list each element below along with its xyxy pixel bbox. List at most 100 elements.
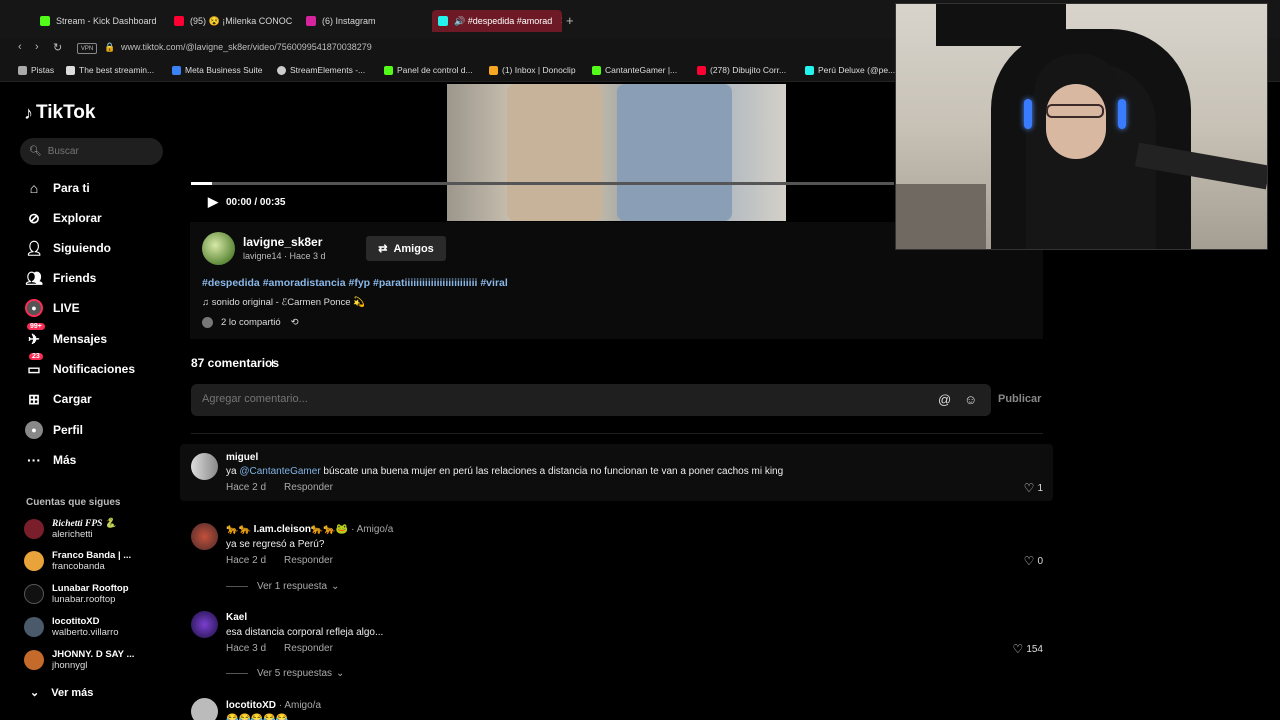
like-button[interactable]: ♡ 0 xyxy=(1024,554,1043,568)
bookmark-item[interactable]: Meta Business Suite xyxy=(172,65,262,75)
tiktok-icon xyxy=(438,16,448,26)
following-account[interactable]: Franco Banda | ... francobanda xyxy=(24,550,131,572)
tab-kick[interactable]: Stream - Kick Dashboard xyxy=(40,10,165,32)
video-player[interactable]: ▶ 00:00 / 00:35 xyxy=(190,84,895,222)
lock-icon: 🔒 xyxy=(104,42,116,52)
nav-explorar[interactable]: ⊘ Explorar xyxy=(25,207,102,229)
comment-meta: Hace 2 d Responder xyxy=(226,555,333,566)
repost-icon: ⟲ xyxy=(290,317,299,328)
following-header: Cuentas que sigues xyxy=(26,497,121,508)
publish-button[interactable]: Publicar xyxy=(998,393,1041,405)
forward-icon[interactable]: › xyxy=(35,41,39,53)
avatar[interactable] xyxy=(191,698,218,720)
sidebar: ♪ TikTok 🔍︎ ⌂Para ti ⊘Explorar 👤︎Siguien… xyxy=(0,84,180,720)
nav-mas[interactable]: ··· Más xyxy=(25,449,76,471)
nav-notificaciones[interactable]: ▭ 23 Notificaciones xyxy=(25,353,135,380)
bookmark-item[interactable]: Perú Deluxe (@pe... xyxy=(805,65,895,75)
vpn-badge[interactable]: VPN xyxy=(77,43,97,54)
comment-text: esa distancia corporal refleja algo... xyxy=(226,627,384,638)
comment-meta: Hace 3 d Responder xyxy=(226,643,333,654)
mention-icon[interactable]: @ xyxy=(938,392,951,407)
comment-text: 😂😂😂😂😂 xyxy=(226,714,289,720)
shared-by[interactable]: 2 lo compartió ⟲ xyxy=(202,317,299,328)
view-replies-button[interactable]: Ver 1 respuesta ⌄ xyxy=(226,581,339,592)
comment-user[interactable]: 🐆🐆 I.am.cleison🐆🐆🐸 · Amigo/a xyxy=(226,524,393,535)
avatar[interactable] xyxy=(191,611,218,638)
instagram-icon xyxy=(306,16,316,26)
search-input[interactable] xyxy=(47,146,148,157)
post-hashtags[interactable]: #despedida #amoradistancia #fyp #paratii… xyxy=(202,277,508,289)
friends-icon: 👥︎ xyxy=(25,269,43,286)
messages-badge: 99+ xyxy=(27,323,45,330)
nav-para-ti[interactable]: ⌂ Para ti xyxy=(25,177,90,199)
following-account[interactable]: JHONNY. D SAY ... jhonnygl xyxy=(24,649,134,671)
heart-icon: ♡ xyxy=(1023,481,1035,495)
nav-siguiendo[interactable]: 👤︎ Siguiendo xyxy=(25,237,111,259)
author-meta: lavigne14 · Hace 3 d xyxy=(243,251,326,261)
author-name[interactable]: lavigne_sk8er xyxy=(243,235,322,249)
see-more-button[interactable]: ⌄ Ver más xyxy=(30,686,93,700)
bookmark-item[interactable]: StreamElements -... xyxy=(277,65,365,75)
nav-cargar[interactable]: ⊞ Cargar xyxy=(25,388,92,410)
new-tab-button[interactable]: + xyxy=(566,13,574,28)
comment-input[interactable] xyxy=(202,393,902,405)
nav-live[interactable]: ● LIVE xyxy=(25,297,80,319)
back-icon[interactable]: ‹ xyxy=(18,41,22,53)
emoji-icon[interactable]: ☺ xyxy=(964,392,977,407)
comment-user[interactable]: Kael xyxy=(226,612,247,623)
reload-icon[interactable]: ↻ xyxy=(53,41,62,54)
nav-friends[interactable]: 👥︎ Friends xyxy=(25,267,96,289)
bookmark-item[interactable]: The best streamin... xyxy=(66,65,154,75)
nav-perfil[interactable]: ● Perfil xyxy=(25,419,83,441)
bookmark-item[interactable]: CantanteGamer |... xyxy=(592,65,677,75)
like-button[interactable]: ♡ 154 xyxy=(1013,642,1043,656)
author-avatar[interactable] xyxy=(202,232,235,265)
video-progress-bar[interactable] xyxy=(191,182,894,185)
bookmark-item[interactable]: (1) Inbox | Donoclip xyxy=(489,65,576,75)
comment-meta: Hace 2 d Responder xyxy=(226,482,333,493)
comment-item: 🐆🐆 I.am.cleison🐆🐆🐸 · Amigo/a ya se regre… xyxy=(180,516,1053,598)
view-replies-button[interactable]: Ver 5 respuestas ⌄ xyxy=(226,668,344,679)
comment-item: miguel ya @CantanteGamer búscate una bue… xyxy=(180,444,1053,501)
avatar xyxy=(24,551,44,571)
comments-count: 87 comentarios xyxy=(191,356,280,370)
bookmark-item[interactable]: Pistas xyxy=(18,65,54,75)
post-music[interactable]: ♫ sonido original - ℰCarmen Ponce 💫 xyxy=(202,297,365,308)
heart-icon: ♡ xyxy=(1023,554,1035,568)
avatar xyxy=(24,650,44,670)
following-account[interactable]: locotitoXD walberto.villarro xyxy=(24,616,119,638)
close-tab-icon[interactable]: ✕ xyxy=(560,16,562,27)
avatar xyxy=(202,317,213,328)
comment-text: ya @CantanteGamer búscate una buena muje… xyxy=(226,466,784,477)
following-account[interactable]: Lunabar Rooftop lunabar.rooftop xyxy=(24,583,129,605)
mention-link[interactable]: @CantanteGamer xyxy=(239,466,320,477)
comment-user[interactable]: miguel xyxy=(226,452,258,463)
video-time: 00:00 / 00:35 xyxy=(226,196,286,208)
comment-user[interactable]: locotitoXD · Amigo/a xyxy=(226,700,321,711)
playback-controls: ▶ 00:00 / 00:35 xyxy=(208,194,286,210)
bookmark-item[interactable]: (278) Dibujito Corr... xyxy=(697,65,786,75)
play-icon[interactable]: ▶ xyxy=(208,194,218,210)
nav-mensajes[interactable]: ✈ 99+ Mensajes xyxy=(25,323,107,350)
tab-tiktok-active[interactable]: 🔊 #despedida #amorad ✕ xyxy=(432,10,562,32)
youtube-icon xyxy=(174,16,184,26)
reply-button[interactable]: Responder xyxy=(284,643,333,654)
tab-youtube[interactable]: (95) 😵 ¡Milenka CONOC xyxy=(174,10,292,32)
reply-button[interactable]: Responder xyxy=(284,482,333,493)
friends-button[interactable]: ⇄ Amigos xyxy=(366,236,446,261)
tiktok-logo[interactable]: ♪ TikTok xyxy=(24,102,95,124)
tab-instagram[interactable]: (6) Instagram xyxy=(306,10,416,32)
avatar xyxy=(24,617,44,637)
avatar[interactable] xyxy=(191,523,218,550)
bookmark-item[interactable]: Panel de control d... xyxy=(384,65,473,75)
like-button[interactable]: ♡ 1 xyxy=(1024,481,1043,495)
tiktok-note-icon: ♪ xyxy=(24,102,33,123)
reply-button[interactable]: Responder xyxy=(284,555,333,566)
video-progress-fill xyxy=(191,182,213,185)
chevron-down-icon: ⌄ xyxy=(30,687,40,699)
following-account[interactable]: Richetti FPS 🐍 alerichetti xyxy=(24,518,117,540)
upload-icon: ⊞ xyxy=(28,390,40,407)
avatar[interactable] xyxy=(191,453,218,480)
search-box[interactable]: 🔍︎ xyxy=(20,138,163,165)
url-field[interactable]: www.tiktok.com/@lavigne_sk8er/video/7560… xyxy=(121,42,372,52)
